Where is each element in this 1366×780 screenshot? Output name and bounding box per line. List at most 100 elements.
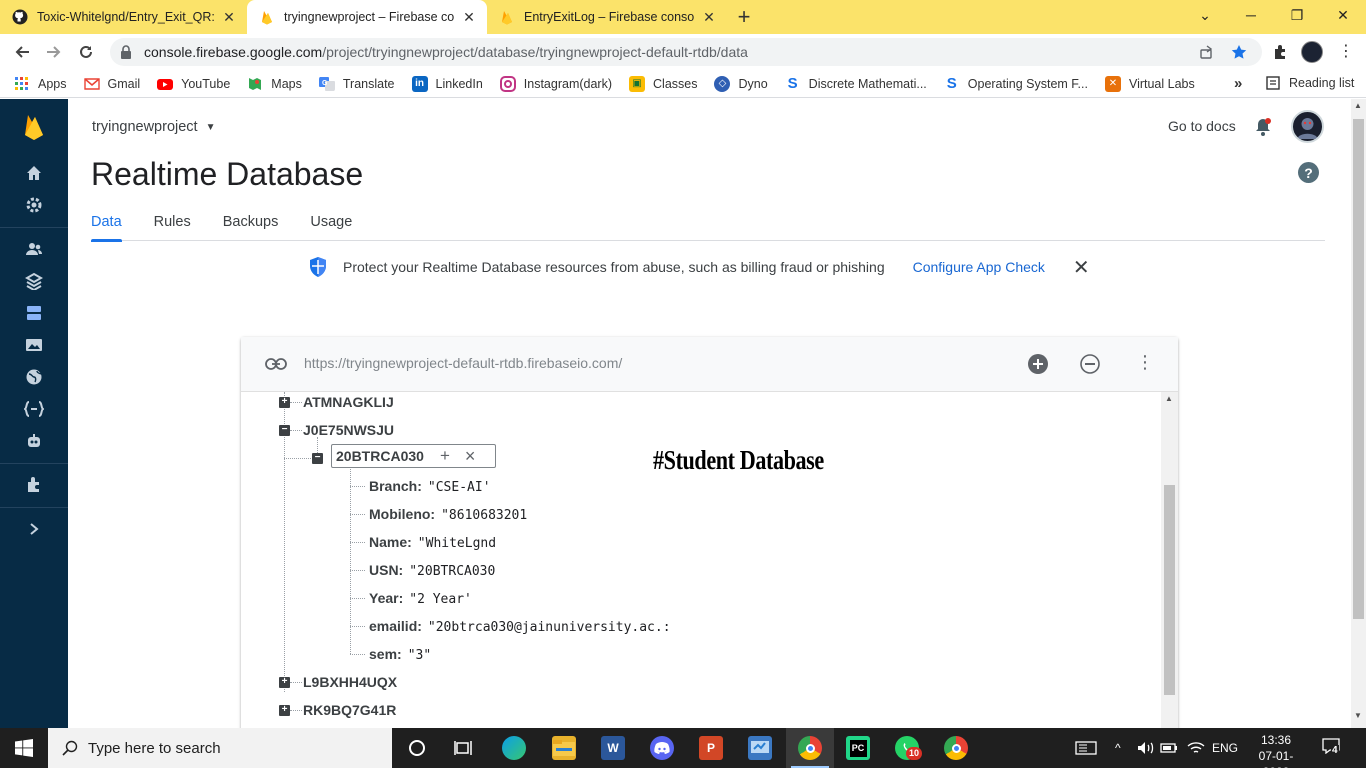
tree-node-key[interactable]: ATMNAGKLIJ <box>303 394 394 410</box>
profile-avatar[interactable] <box>1301 41 1323 63</box>
hosting-globe-icon[interactable] <box>24 367 44 387</box>
cortana-icon[interactable] <box>405 736 429 760</box>
taskbar-search-box[interactable]: Type here to search <box>48 728 392 768</box>
new-tab-button[interactable]: + <box>727 0 761 34</box>
bookmark-linkedin[interactable]: in LinkedIn <box>411 75 483 92</box>
bookmark-maps[interactable]: Maps <box>247 76 302 92</box>
collapse-node-toggle[interactable]: − <box>279 425 290 436</box>
wifi-icon[interactable] <box>1187 741 1205 755</box>
field-row[interactable]: Year: "2 Year' <box>369 590 472 607</box>
tree-scrollbar[interactable]: ▲ <box>1161 392 1178 737</box>
extensions-puzzle-icon[interactable] <box>1272 44 1288 60</box>
more-bookmarks-button[interactable]: » <box>1234 75 1242 92</box>
tree-node-key[interactable]: RK9BQ7G41R <box>303 702 396 718</box>
bookmark-translate[interactable]: G Translate <box>318 76 395 92</box>
close-tab-icon[interactable]: ✕ <box>461 9 477 25</box>
control-panel-icon[interactable] <box>748 736 772 760</box>
bookmark-apps[interactable]: Apps <box>14 76 67 92</box>
address-bar[interactable]: console.firebase.google.com/project/tryi… <box>110 38 1262 66</box>
bookmark-gmail[interactable]: Gmail <box>83 76 140 92</box>
close-window-button[interactable]: ✕ <box>1320 0 1366 30</box>
forward-button[interactable] <box>38 36 70 68</box>
tab-backups[interactable]: Backups <box>223 207 279 241</box>
selected-node[interactable]: 20BTRCA030 + × <box>331 444 496 468</box>
add-node-icon[interactable] <box>1028 354 1048 374</box>
expand-node-toggle[interactable]: + <box>279 397 290 408</box>
page-scrollbar[interactable]: ▲ ▼ <box>1351 99 1366 728</box>
storage-image-icon[interactable] <box>24 335 44 355</box>
show-hidden-icons-icon[interactable]: ^ <box>1115 728 1121 768</box>
chrome-profile-icon[interactable] <box>944 736 968 760</box>
tab-data[interactable]: Data <box>91 207 122 242</box>
delete-node-icon[interactable]: × <box>465 446 476 467</box>
tab-usage[interactable]: Usage <box>310 207 352 241</box>
tab-search-chevron-icon[interactable]: ⌄ <box>1182 0 1228 30</box>
notification-bell-icon[interactable] <box>1254 117 1272 137</box>
authentication-users-icon[interactable] <box>24 239 44 259</box>
realtime-database-icon[interactable] <box>24 303 44 323</box>
bookmark-dyno[interactable]: ◇ Dyno <box>714 75 768 92</box>
tree-node-key[interactable]: L9BXHH4UQX <box>303 674 397 690</box>
file-explorer-icon[interactable] <box>552 736 576 760</box>
ml-robot-icon[interactable] <box>24 431 44 451</box>
scroll-up-arrow-icon[interactable]: ▲ <box>1165 394 1173 403</box>
browser-menu-icon[interactable]: ⋮ <box>1338 42 1354 62</box>
home-icon[interactable] <box>24 163 44 183</box>
settings-gear-icon[interactable] <box>24 195 44 215</box>
browser-tab-github[interactable]: Toxic-Whitelgnd/Entry_Exit_QR: c ✕ <box>0 0 247 34</box>
tree-scroll-thumb[interactable] <box>1164 485 1175 695</box>
tree-node-key[interactable]: J0E75NWSJU <box>303 422 394 438</box>
help-icon[interactable]: ? <box>1298 162 1319 183</box>
field-row[interactable]: Mobileno: "8610683201 <box>369 506 527 523</box>
close-banner-icon[interactable]: ✕ <box>1073 255 1090 280</box>
minimize-button[interactable]: ─ <box>1228 0 1274 30</box>
field-row[interactable]: Branch: "CSE-AI' <box>369 478 491 495</box>
whatsapp-icon[interactable]: 10 <box>895 736 923 760</box>
task-view-icon[interactable] <box>452 736 476 760</box>
share-icon[interactable] <box>1199 44 1215 60</box>
expand-chevron-icon[interactable] <box>24 519 44 539</box>
bookmark-virtual-labs[interactable]: ✕ Virtual Labs <box>1104 75 1195 92</box>
configure-app-check-link[interactable]: Configure App Check <box>913 259 1045 275</box>
bookmark-operating-system[interactable]: S Operating System F... <box>944 75 1088 92</box>
close-tab-icon[interactable]: ✕ <box>701 9 717 25</box>
extensions-icon[interactable] <box>24 475 44 495</box>
notifications-button[interactable]: 4 <box>1322 738 1342 758</box>
browser-tab-entryexitlog[interactable]: EntryExitLog – Firebase console ✕ <box>487 0 727 34</box>
field-row[interactable]: emailid: "20btrca030@jainuniversity.ac.: <box>369 618 671 635</box>
star-bookmark-icon[interactable] <box>1231 44 1247 60</box>
start-button[interactable] <box>0 728 48 768</box>
bookmark-instagram[interactable]: Instagram(dark) <box>499 75 612 92</box>
reading-list-button[interactable]: Reading list <box>1266 76 1354 90</box>
tab-rules[interactable]: Rules <box>154 207 191 241</box>
firebase-logo[interactable] <box>0 99 68 155</box>
more-options-icon[interactable]: ⋮ <box>1136 352 1154 373</box>
field-row[interactable]: sem: "3" <box>369 646 431 663</box>
add-child-icon[interactable]: + <box>440 446 450 466</box>
edge-icon[interactable] <box>502 736 526 760</box>
discord-icon[interactable] <box>650 736 674 760</box>
restore-button[interactable]: ❐ <box>1274 0 1320 30</box>
pycharm-icon[interactable]: PC <box>846 736 870 760</box>
chrome-icon[interactable] <box>798 736 822 760</box>
back-button[interactable] <box>6 36 38 68</box>
reload-button[interactable] <box>70 36 102 68</box>
field-row[interactable]: USN: "20BTRCA030 <box>369 562 495 579</box>
functions-icon[interactable] <box>24 399 44 419</box>
scroll-up-arrow-icon[interactable]: ▲ <box>1354 101 1362 110</box>
bookmark-youtube[interactable]: YouTube <box>157 76 230 92</box>
project-selector[interactable]: tryingnewproject ▼ <box>92 119 215 135</box>
user-avatar[interactable] <box>1291 110 1324 143</box>
close-tab-icon[interactable]: ✕ <box>221 9 237 25</box>
field-row[interactable]: Name: "WhiteLgnd <box>369 534 496 551</box>
page-scroll-thumb[interactable] <box>1353 119 1364 619</box>
firestore-icon[interactable] <box>24 271 44 291</box>
system-clock[interactable]: 13:36 07-01-2022 <box>1246 732 1306 780</box>
browser-tab-firebase-active[interactable]: tryingnewproject – Firebase cons ✕ <box>247 0 487 34</box>
volume-icon[interactable] <box>1137 741 1155 755</box>
bookmark-classes[interactable]: ▣ Classes <box>629 75 697 92</box>
tablet-mode-icon[interactable] <box>1075 741 1097 755</box>
expand-node-toggle[interactable]: + <box>279 705 290 716</box>
go-to-docs-link[interactable]: Go to docs <box>1168 118 1236 134</box>
word-icon[interactable]: W <box>601 736 625 760</box>
